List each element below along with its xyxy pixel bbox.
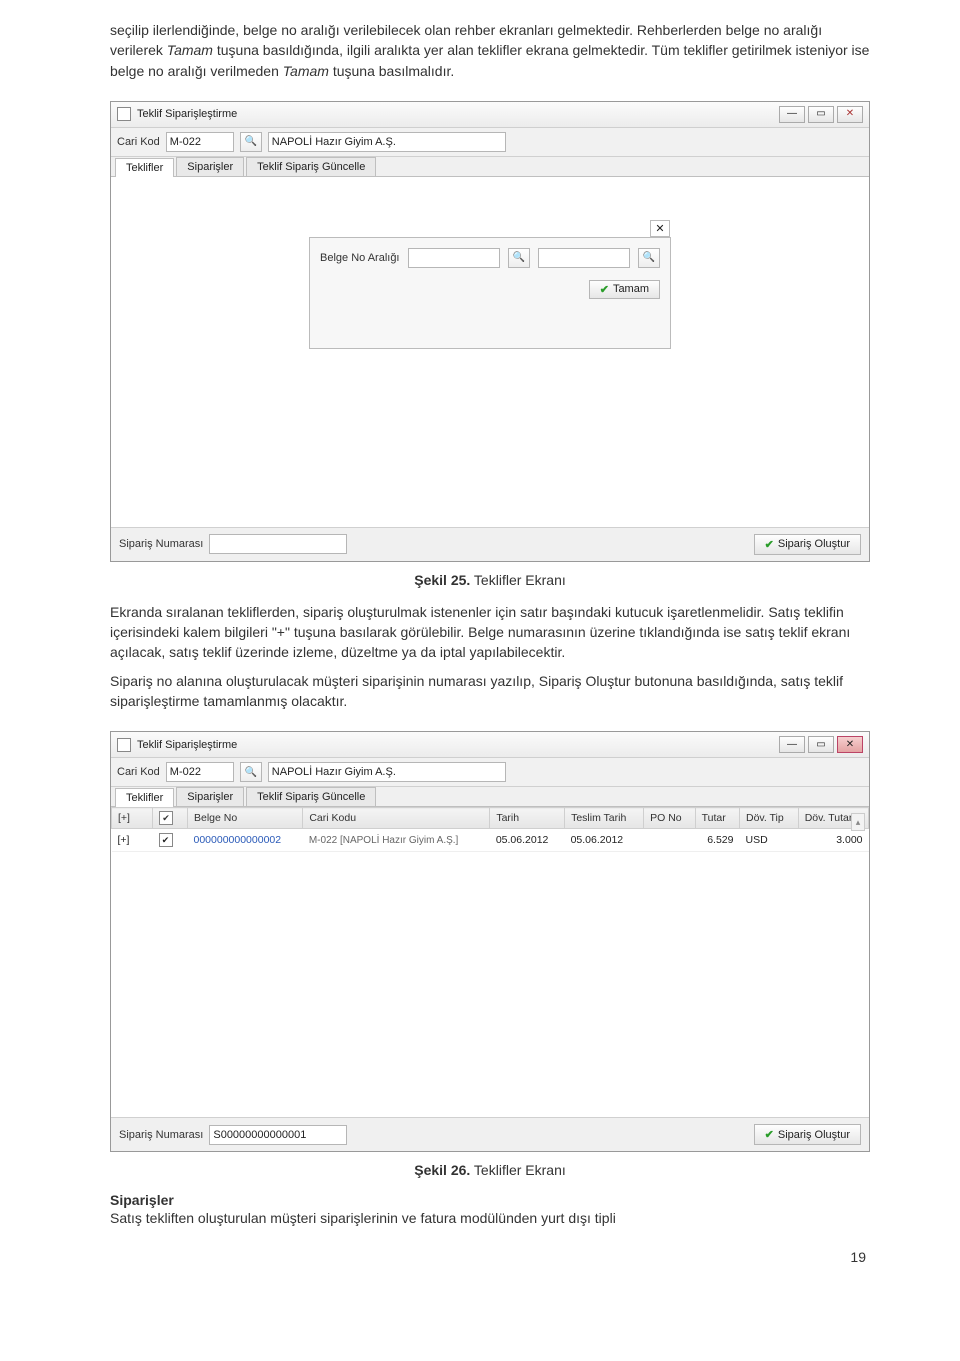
scroll-up-icon[interactable]: ▴ xyxy=(851,813,865,831)
cari-kod-input[interactable]: M-022 xyxy=(166,132,234,152)
cell-teslim: 05.06.2012 xyxy=(565,829,644,852)
table-header-row: [+] ✔ Belge No Cari Kodu Tarih Teslim Ta… xyxy=(112,808,869,829)
minimize-button[interactable]: — xyxy=(779,736,805,753)
footer-bar: Sipariş Numarası S00000000000001 ✔ Sipar… xyxy=(111,1117,869,1151)
tab-siparisler[interactable]: Siparişler xyxy=(176,157,244,176)
cell-tarih: 05.06.2012 xyxy=(490,829,565,852)
check-icon: ✔ xyxy=(765,1128,774,1141)
belge-no-label: Belge No Aralığı xyxy=(320,252,400,264)
cell-dovtutar: 3.000 xyxy=(798,829,868,852)
footer-bar: Sipariş Numarası ✔ Sipariş Oluştur xyxy=(111,527,869,561)
tab-guncelle[interactable]: Teklif Sipariş Güncelle xyxy=(246,157,376,176)
header-toolbar: Cari Kod M-022 🔍 NAPOLİ Hazır Giyim A.Ş. xyxy=(111,758,869,787)
cell-tutar: 6.529 xyxy=(695,829,739,852)
cell-pono xyxy=(644,829,696,852)
paragraph-2: Ekranda sıralanan tekliflerden, sipariş … xyxy=(110,602,870,663)
tab-strip: Teklifler Siparişler Teklif Sipariş Günc… xyxy=(111,157,869,177)
paragraph-1: seçilip ilerlendiğinde, belge no aralığı… xyxy=(110,20,870,81)
close-button[interactable]: ✕ xyxy=(837,736,863,753)
siparis-olustur-button[interactable]: ✔ Sipariş Oluştur xyxy=(754,1124,861,1145)
header-toolbar: Cari Kod M-022 🔍 NAPOLİ Hazır Giyim A.Ş. xyxy=(111,128,869,157)
window-title: Teklif Siparişleştirme xyxy=(137,108,237,120)
row-checkbox[interactable]: ✔ xyxy=(159,833,173,847)
content-area: ✕ Belge No Aralığı 🔍 🔍 ✔ Tamam xyxy=(111,177,869,527)
content-area: [+] ✔ Belge No Cari Kodu Tarih Teslim Ta… xyxy=(111,807,869,1117)
titlebar: Teklif Siparişleştirme — ▭ ✕ xyxy=(111,102,869,128)
caption-26-bold: Şekil 26. xyxy=(414,1162,470,1178)
tab-teklifler[interactable]: Teklifler xyxy=(115,158,174,177)
dialog-close-button[interactable]: ✕ xyxy=(650,220,670,237)
p1-tamam-1: Tamam xyxy=(167,42,213,58)
minimize-button[interactable]: — xyxy=(779,106,805,123)
belge-no-to-input[interactable] xyxy=(538,248,630,268)
siparis-olustur-button[interactable]: ✔ Sipariş Oluştur xyxy=(754,534,861,555)
siparis-olustur-label: Sipariş Oluştur xyxy=(778,538,850,550)
p1-tamam-2: Tamam xyxy=(283,63,329,79)
teklifler-table: [+] ✔ Belge No Cari Kodu Tarih Teslim Ta… xyxy=(111,807,869,852)
maximize-button[interactable]: ▭ xyxy=(808,106,834,123)
window-title: Teklif Siparişleştirme xyxy=(137,739,237,751)
titlebar: Teklif Siparişleştirme — ▭ ✕ xyxy=(111,732,869,758)
p1-text-b: tuşuna basıldığında, ilgili aralıkta yer… xyxy=(110,42,869,78)
col-po-no[interactable]: PO No xyxy=(644,808,696,829)
tamam-label: Tamam xyxy=(613,283,649,295)
siparis-no-label: Sipariş Numarası xyxy=(119,538,203,550)
tab-strip: Teklifler Siparişler Teklif Sipariş Günc… xyxy=(111,787,869,807)
caption-25: Şekil 25. Teklifler Ekranı xyxy=(110,572,870,588)
p1-text-c: tuşuna basılmalıdır. xyxy=(333,63,454,79)
check-icon: ✔ xyxy=(765,538,774,551)
table-row[interactable]: [+] ✔ 000000000000002 M-022 [NAPOLİ Hazı… xyxy=(112,829,869,852)
tamam-button[interactable]: ✔ Tamam xyxy=(589,280,660,299)
col-tutar[interactable]: Tutar xyxy=(695,808,739,829)
cari-kod-label: Cari Kod xyxy=(117,766,160,778)
window-teklif-siparislestirme-1: Teklif Siparişleştirme — ▭ ✕ Cari Kod M-… xyxy=(110,101,870,562)
tab-guncelle[interactable]: Teklif Sipariş Güncelle xyxy=(246,787,376,806)
check-icon: ✔ xyxy=(600,283,609,296)
maximize-button[interactable]: ▭ xyxy=(808,736,834,753)
close-button[interactable]: ✕ xyxy=(837,106,863,123)
siparis-no-label: Sipariş Numarası xyxy=(119,1129,203,1141)
cari-kod-label: Cari Kod xyxy=(117,136,160,148)
siparis-olustur-label: Sipariş Oluştur xyxy=(778,1129,850,1141)
siparis-no-input[interactable]: S00000000000001 xyxy=(209,1125,347,1145)
cell-dovtip: USD xyxy=(739,829,798,852)
app-icon xyxy=(117,738,131,752)
paragraph-4: Satış tekliften oluşturulan müşteri sipa… xyxy=(110,1208,870,1228)
col-cari-kodu[interactable]: Cari Kodu xyxy=(303,808,490,829)
lookup-button[interactable]: 🔍 xyxy=(240,762,262,782)
cari-desc-field: NAPOLİ Hazır Giyim A.Ş. xyxy=(268,132,506,152)
window-teklif-siparislestirme-2: Teklif Siparişleştirme — ▭ ✕ Cari Kod M-… xyxy=(110,731,870,1152)
lookup-button[interactable]: 🔍 xyxy=(240,132,262,152)
cari-kod-input[interactable]: M-022 xyxy=(166,762,234,782)
col-dovtip[interactable]: Döv. Tip xyxy=(739,808,798,829)
belge-no-link[interactable]: 000000000000002 xyxy=(194,834,282,846)
caption-26: Şekil 26. Teklifler Ekranı xyxy=(110,1162,870,1178)
col-belge-no[interactable]: Belge No xyxy=(188,808,303,829)
page-number: 19 xyxy=(110,1249,870,1265)
row-expand-button[interactable]: [+] xyxy=(112,829,153,852)
col-teslim-tarih[interactable]: Teslim Tarih xyxy=(565,808,644,829)
siparis-no-input[interactable] xyxy=(209,534,347,554)
belge-no-from-input[interactable] xyxy=(408,248,500,268)
col-check[interactable]: ✔ xyxy=(153,808,188,829)
belge-no-from-lookup[interactable]: 🔍 xyxy=(508,248,530,268)
header-checkbox[interactable]: ✔ xyxy=(159,811,173,825)
app-icon xyxy=(117,107,131,121)
cell-cari-kodu: M-022 [NAPOLİ Hazır Giyim A.Ş.] xyxy=(303,829,490,852)
belge-no-to-lookup[interactable]: 🔍 xyxy=(638,248,660,268)
section-heading-siparisler: Siparişler xyxy=(110,1192,870,1208)
caption-26-rest: Teklifler Ekranı xyxy=(470,1162,565,1178)
caption-25-rest: Teklifler Ekranı xyxy=(470,572,565,588)
belge-no-dialog: ✕ Belge No Aralığı 🔍 🔍 ✔ Tamam xyxy=(309,237,671,349)
caption-25-bold: Şekil 25. xyxy=(414,572,470,588)
col-tarih[interactable]: Tarih xyxy=(490,808,565,829)
col-expand[interactable]: [+] xyxy=(112,808,153,829)
paragraph-3: Sipariş no alanına oluşturulacak müşteri… xyxy=(110,671,870,712)
tab-siparisler[interactable]: Siparişler xyxy=(176,787,244,806)
cari-desc-field: NAPOLİ Hazır Giyim A.Ş. xyxy=(268,762,506,782)
tab-teklifler[interactable]: Teklifler xyxy=(115,788,174,807)
